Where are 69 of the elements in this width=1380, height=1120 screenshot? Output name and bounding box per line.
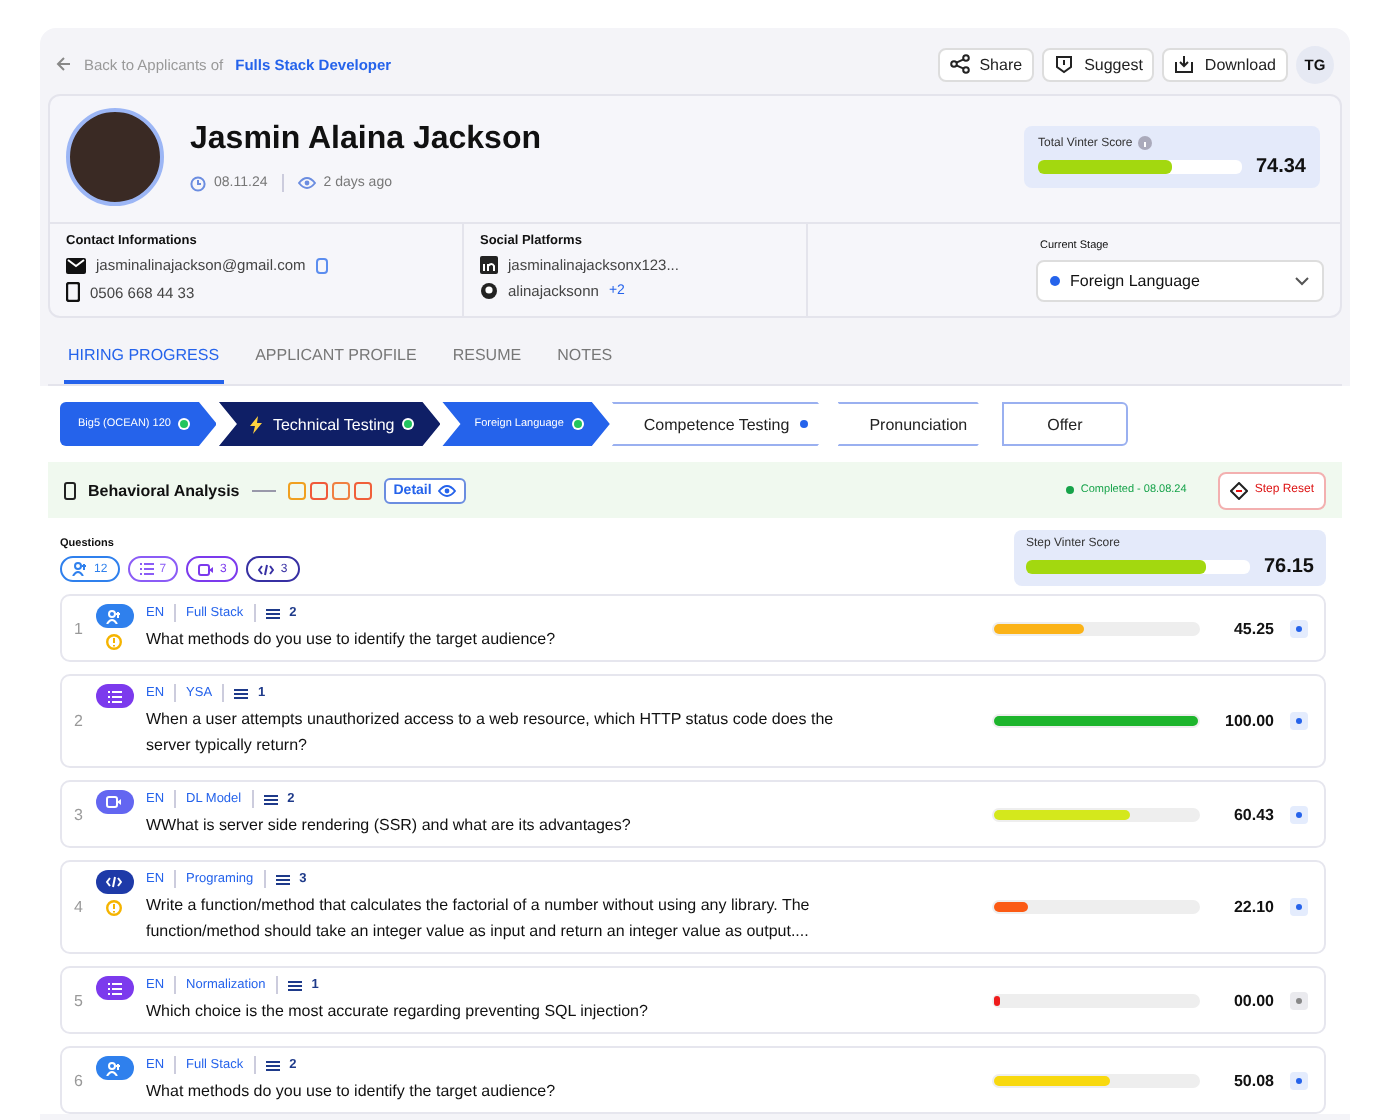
code-icon [258, 563, 275, 575]
reset-icon [1230, 481, 1249, 499]
top-action-button[interactable]: Download [1162, 47, 1288, 81]
score-value: 76.15 [1263, 556, 1314, 578]
stage-step[interactable]: Technical Testing [218, 402, 441, 446]
score-value: 100.00 [1223, 712, 1274, 730]
phone-icon [64, 481, 76, 499]
question-text: When a user attempts unauthorized access to a web resource, which HTTP status code does the server typically return? [146, 708, 836, 758]
score-value: 74.34 [1255, 156, 1306, 178]
shield-icon [1054, 54, 1075, 74]
score-value: 45.25 [1231, 619, 1274, 637]
info-icon [1138, 136, 1153, 150]
stage-dropdown[interactable]: Foreign Language [1036, 259, 1324, 301]
question-number: 3 [74, 805, 85, 823]
status-marker[interactable] [1290, 619, 1308, 637]
download-icon [1174, 54, 1195, 74]
avatar-placeholder [66, 108, 164, 206]
status-marker[interactable] [1290, 991, 1308, 1009]
step-title: Behavioral Analysis [88, 481, 240, 499]
candidate-name: Jasmin Alaina Jackson [190, 122, 543, 158]
status-marker[interactable] [1290, 805, 1308, 823]
people-icon [72, 562, 88, 576]
list-icon [234, 687, 249, 699]
tab[interactable]: RESUME [448, 346, 526, 384]
top-action-button[interactable]: Suggest [1042, 47, 1155, 81]
lightning-icon [250, 415, 263, 433]
back-arrow-icon[interactable] [56, 56, 72, 72]
list-icon [275, 873, 290, 885]
question-text: Which choice is the most accurate regarding preventing SQL injection? [146, 1000, 650, 1024]
list-icon [265, 607, 280, 619]
tab[interactable]: NOTES [553, 346, 617, 384]
question-number: 6 [74, 1071, 85, 1089]
score-value: 22.10 [1231, 898, 1274, 916]
list-icon [287, 979, 302, 991]
list-icon [263, 793, 278, 805]
question-text: WWhat is server side rendering (SSR) and what are its advantages? [146, 814, 633, 838]
github-icon [480, 282, 498, 300]
eye-icon [437, 483, 456, 497]
question-number: 5 [74, 991, 85, 1009]
question-row[interactable] [60, 860, 1326, 954]
status-dot [1066, 486, 1075, 494]
chevron-down-icon [1294, 275, 1310, 285]
clock-icon [190, 175, 206, 191]
top-action-button[interactable]: Share [937, 47, 1035, 81]
list-icon [265, 1059, 280, 1071]
badge-icons-drawing [287, 481, 372, 499]
tab[interactable]: APPLICANT PROFILE [251, 346, 421, 384]
copy-icon[interactable] [315, 257, 328, 273]
phone-icon [66, 282, 80, 302]
linkedin-icon [480, 256, 498, 274]
question-text: Write a function/method that calculates the factorial of a number without using any library. The function/method should take an integer value as input and return an integer value as output.... [146, 894, 812, 944]
question-text: What methods do you use to identify the target audience? [146, 628, 558, 652]
question-number: 4 [74, 898, 85, 916]
status-marker[interactable] [1290, 712, 1308, 730]
question-number: 1 [74, 619, 85, 637]
status-marker[interactable] [1290, 1071, 1308, 1089]
score-value: 50.08 [1231, 1071, 1274, 1089]
eye-icon [297, 176, 316, 190]
question-number: 2 [74, 712, 85, 730]
video-icon [198, 563, 215, 575]
score-value: 60.43 [1231, 805, 1274, 823]
list-icon [139, 562, 154, 576]
stage-value: Foreign Language [1070, 271, 1202, 289]
question-text: What methods do you use to identify the target audience? [146, 1080, 558, 1104]
status-marker[interactable] [1290, 898, 1308, 916]
stage-step[interactable]: Offer [1001, 402, 1129, 446]
share-icon [949, 54, 970, 74]
score-value: 00.00 [1231, 991, 1274, 1009]
mail-icon [66, 257, 86, 273]
